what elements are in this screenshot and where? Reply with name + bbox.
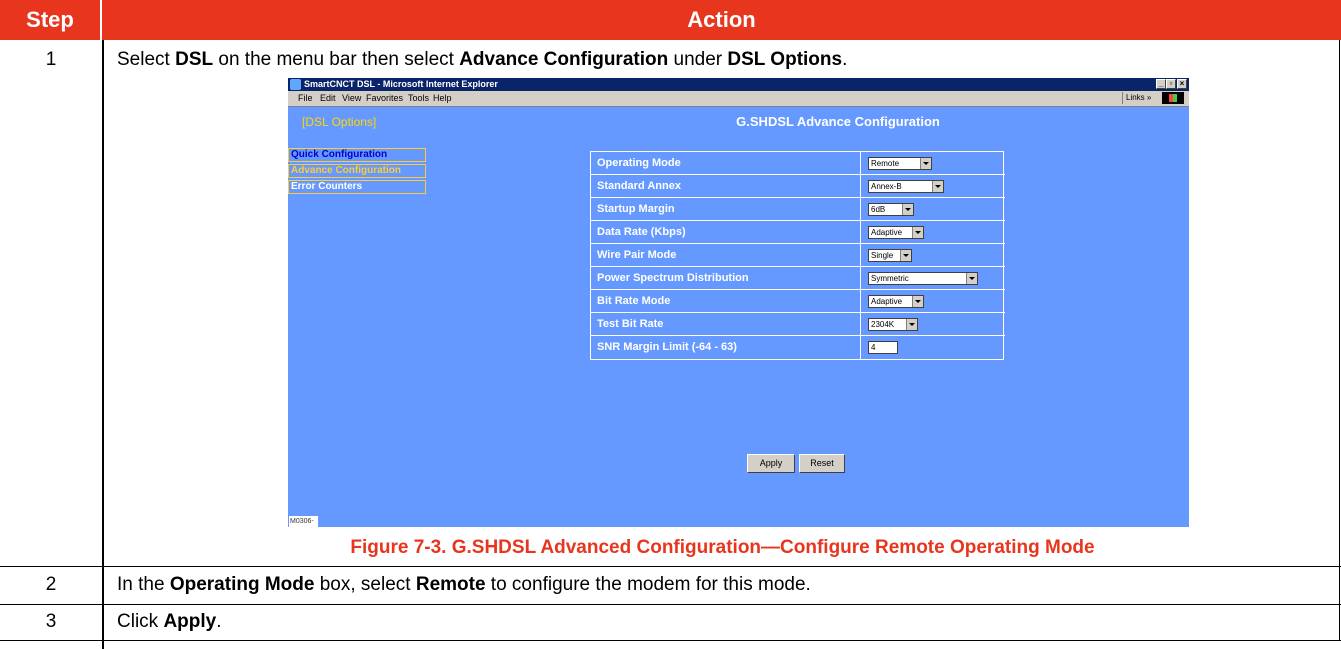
figure-caption: Figure 7-3. G.SHDSL Advanced Configurati… [350, 537, 1095, 558]
text: to configure the modem for this mode. [485, 574, 811, 595]
step-number: 1 [45, 49, 57, 70]
nav-advance-configuration[interactable]: Advance Configuration [288, 164, 426, 178]
config-row: SNR Margin Limit (-64 - 63) 4 [591, 336, 1005, 359]
select-value: Symmetric [871, 274, 909, 283]
field-label: Data Rate (Kbps) [591, 221, 861, 244]
reset-button[interactable]: Reset [799, 454, 845, 473]
config-row: Data Rate (Kbps) Adaptive [591, 221, 1005, 244]
window-titlebar: SmartCNCT DSL - Microsoft Internet Explo… [288, 78, 1189, 91]
row-divider [0, 604, 1341, 605]
config-row: Standard Annex Annex-B [591, 175, 1005, 198]
step-instruction: Click Apply. [117, 611, 222, 633]
bit-rate-mode-select[interactable]: Adaptive [868, 295, 924, 308]
chevron-down-icon [902, 204, 913, 215]
field-label: Startup Margin [591, 198, 861, 221]
menu-edit[interactable]: Edit [320, 91, 336, 106]
step-instruction: In the Operating Mode box, select Remote… [117, 574, 811, 596]
nav-quick-configuration[interactable]: Quick Configuration [288, 148, 426, 162]
bold-term: Apply [163, 611, 217, 632]
snr-margin-input[interactable]: 4 [868, 341, 898, 354]
text: Click [117, 611, 164, 632]
step-number: 2 [45, 574, 57, 595]
menu-favorites[interactable]: Favorites [366, 91, 403, 106]
text: under [668, 49, 728, 70]
menu-help[interactable]: Help [433, 91, 452, 106]
field-label: Standard Annex [591, 175, 861, 198]
ie-icon [290, 79, 301, 90]
text: . [216, 611, 222, 632]
startup-margin-select[interactable]: 6dB [868, 203, 914, 216]
section-label: [DSL Options] [302, 115, 377, 129]
chevron-down-icon [932, 181, 943, 192]
bold-term: Advance Configuration [459, 49, 669, 70]
field-label: Wire Pair Mode [591, 244, 861, 267]
maximize-button[interactable]: ▫ [1166, 79, 1176, 89]
step-number: 3 [45, 611, 57, 632]
config-row: Power Spectrum Distribution Symmetric [591, 267, 1005, 290]
chevron-down-icon [906, 319, 917, 330]
browser-screenshot: SmartCNCT DSL - Microsoft Internet Explo… [288, 78, 1189, 527]
select-value: Annex-B [871, 182, 902, 191]
select-value: Adaptive [871, 297, 903, 306]
config-table: Operating Mode Remote Standard Annex Ann… [590, 151, 1005, 360]
config-row: Bit Rate Mode Adaptive [591, 290, 1005, 313]
header-step: Step [0, 0, 102, 40]
menu-tools[interactable]: Tools [408, 91, 429, 106]
apply-button[interactable]: Apply [747, 454, 795, 473]
operating-mode-select[interactable]: Remote [868, 157, 932, 170]
select-value: 2304K [871, 320, 895, 329]
windows-logo-icon [1162, 92, 1184, 104]
field-label: Operating Mode [591, 152, 861, 175]
chevron-down-icon [912, 296, 923, 307]
field-label: Power Spectrum Distribution [591, 267, 861, 290]
config-row: Test Bit Rate 2304K [591, 313, 1005, 336]
field-label: Bit Rate Mode [591, 290, 861, 313]
menu-bar: File Edit View Favorites Tools Help Link… [288, 91, 1189, 107]
select-value: Remote [871, 159, 900, 168]
text: on the menu bar then select [213, 49, 460, 70]
field-label: SNR Margin Limit (-64 - 63) [591, 336, 861, 359]
bold-term: Operating Mode [169, 574, 315, 595]
figure-id: M0306-A [289, 516, 318, 527]
row-divider [0, 640, 1341, 641]
chevron-down-icon [966, 273, 977, 284]
text: In the [117, 574, 170, 595]
field-label: Test Bit Rate [591, 313, 861, 336]
row-divider [0, 566, 1341, 567]
step-instruction: Select DSL on the menu bar then select A… [117, 49, 847, 71]
wire-pair-mode-select[interactable]: Single [868, 249, 912, 262]
test-bit-rate-select[interactable]: 2304K [868, 318, 918, 331]
bold-term: Remote [415, 574, 486, 595]
bold-term: DSL Options [727, 49, 843, 70]
header-action: Action [102, 0, 1341, 40]
text: Select [117, 49, 176, 70]
text: box, select [314, 574, 416, 595]
page-title: G.SHDSL Advance Configuration [736, 114, 940, 129]
config-row: Startup Margin 6dB [591, 198, 1005, 221]
power-spectrum-select[interactable]: Symmetric [868, 272, 978, 285]
chevron-down-icon [920, 158, 931, 169]
chevron-down-icon [900, 250, 911, 261]
menu-view[interactable]: View [342, 91, 361, 106]
data-rate-select[interactable]: Adaptive [868, 226, 924, 239]
chevron-down-icon [912, 227, 923, 238]
text: . [842, 49, 848, 70]
select-value: Single [871, 251, 894, 260]
select-value: 6dB [871, 205, 886, 214]
config-row: Operating Mode Remote [591, 152, 1005, 175]
select-value: Adaptive [871, 228, 903, 237]
standard-annex-select[interactable]: Annex-B [868, 180, 944, 193]
minimize-button[interactable]: _ [1156, 79, 1166, 89]
close-button[interactable]: × [1177, 79, 1187, 89]
config-row: Wire Pair Mode Single [591, 244, 1005, 267]
window-title: SmartCNCT DSL - Microsoft Internet Explo… [304, 79, 498, 89]
bold-term: DSL [175, 49, 214, 70]
menu-file[interactable]: File [298, 91, 313, 106]
nav-error-counters[interactable]: Error Counters [288, 180, 426, 194]
links-toolbar[interactable]: Links » [1122, 92, 1151, 104]
